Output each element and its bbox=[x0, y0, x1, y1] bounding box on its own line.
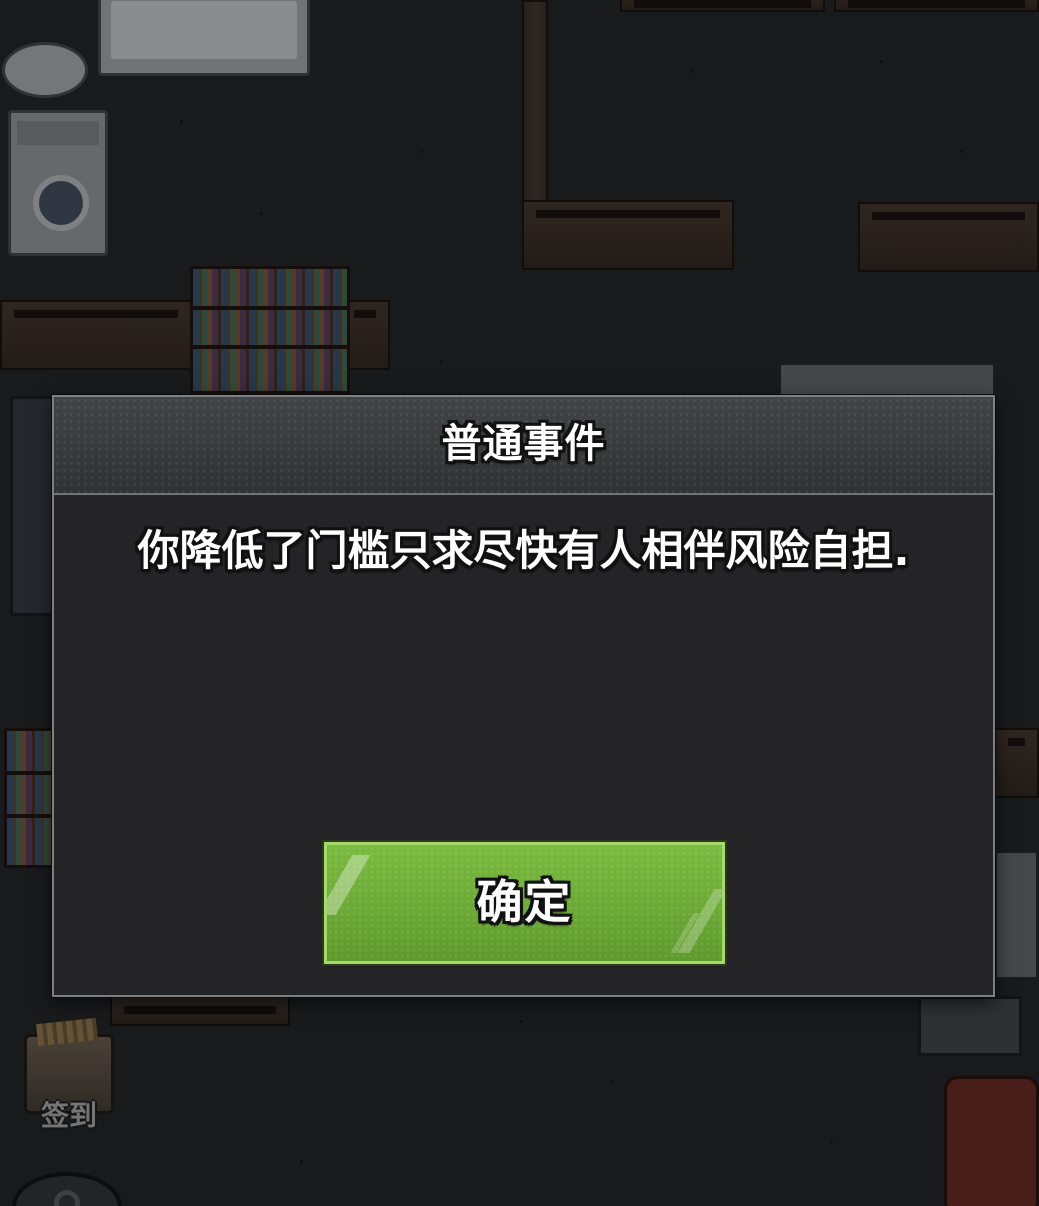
dialog-title: 普通事件 bbox=[441, 421, 606, 467]
event-dialog: 普通事件 你降低了门槛只求尽快有人相伴风险自担. 确定 bbox=[52, 395, 995, 997]
dialog-message: 你降低了门槛只求尽快有人相伴风险自担. bbox=[137, 526, 910, 575]
confirm-label: 确定 bbox=[476, 875, 573, 929]
dialog-header: 普通事件 bbox=[54, 397, 993, 495]
confirm-button[interactable]: 确定 bbox=[324, 842, 725, 964]
